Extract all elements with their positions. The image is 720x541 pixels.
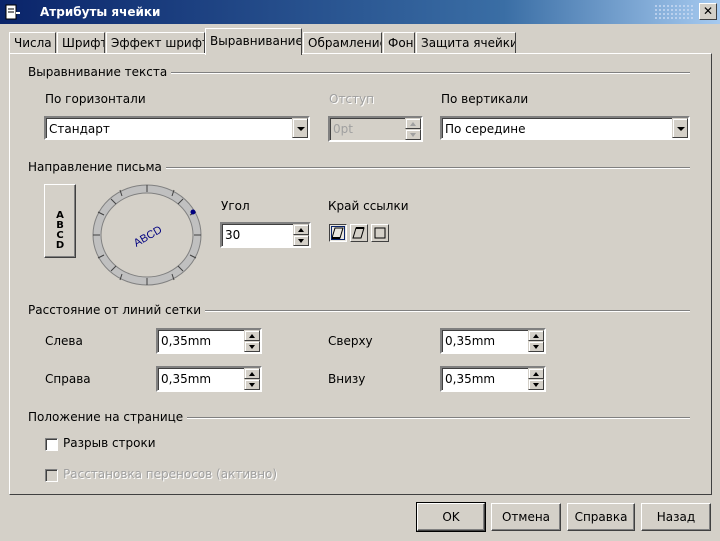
rotation-dial[interactable]: ABCD — [90, 182, 204, 288]
ref-edge-label: Край ссылки — [328, 199, 409, 213]
spin-buttons[interactable] — [244, 330, 260, 352]
window-title: Атрибуты ячейки — [40, 5, 161, 19]
top-label: Сверху — [328, 334, 373, 348]
section-page-position: Положение на странице — [28, 410, 188, 424]
horizontal-dropdown[interactable]: Стандарт — [44, 116, 310, 140]
ref-edge-bottom-icon — [331, 227, 344, 239]
cancel-button[interactable]: Отмена — [491, 503, 561, 531]
separator — [176, 417, 690, 419]
spin-buttons[interactable] — [293, 224, 309, 246]
hyphenation-label: Расстановка переносов (активно) — [63, 467, 278, 481]
spin-down-icon[interactable] — [293, 235, 309, 246]
spin-down-icon[interactable] — [528, 379, 544, 390]
top-spacing-stepper[interactable]: 0,35mm — [440, 328, 546, 354]
tab-font-effects[interactable]: Эффект шрифта — [106, 32, 205, 54]
left-spacing-stepper[interactable]: 0,35mm — [156, 328, 262, 354]
spin-down-icon[interactable] — [405, 129, 421, 140]
ref-edge-top-button[interactable] — [350, 224, 368, 242]
spin-buttons[interactable] — [528, 368, 544, 390]
tab-cell-protection[interactable]: Защита ячейки — [416, 32, 516, 54]
vertical-dropdown[interactable]: По середине — [440, 116, 690, 140]
titlebar-grip — [654, 4, 694, 20]
spin-buttons[interactable] — [528, 330, 544, 352]
spin-buttons[interactable] — [244, 368, 260, 390]
spin-up-icon[interactable] — [244, 368, 260, 379]
help-button[interactable]: Справка — [567, 503, 635, 531]
spin-up-icon[interactable] — [293, 224, 309, 235]
vertical-label: По вертикали — [441, 92, 529, 106]
spin-buttons[interactable] — [405, 118, 421, 140]
tab-font[interactable]: Шрифт — [57, 32, 105, 54]
close-button[interactable]: ✕ — [699, 3, 717, 20]
close-icon: ✕ — [702, 4, 714, 18]
indent-stepper[interactable]: 0pt — [328, 116, 423, 142]
spin-up-icon[interactable] — [528, 368, 544, 379]
vertical-stacked-button[interactable]: ABCD — [44, 184, 76, 258]
right-spacing-stepper[interactable]: 0,35mm — [156, 366, 262, 392]
chevron-down-icon[interactable] — [672, 118, 688, 138]
separator — [160, 72, 690, 74]
tab-borders[interactable]: Обрамление — [303, 32, 382, 54]
right-label: Справа — [45, 372, 91, 386]
wrap-text-label: Разрыв строки — [63, 436, 156, 450]
back-button[interactable]: Назад — [641, 503, 711, 531]
hyphenation-checkbox[interactable] — [45, 469, 58, 482]
spin-up-icon[interactable] — [405, 118, 421, 129]
title-bar: Атрибуты ячейки ✕ — [0, 0, 720, 24]
ref-edge-top-icon — [352, 227, 365, 239]
ok-button[interactable]: OK — [416, 502, 486, 532]
spin-down-icon[interactable] — [244, 341, 260, 352]
horizontal-label: По горизонтали — [45, 92, 146, 106]
bottom-label: Внизу — [328, 372, 366, 386]
tab-alignment[interactable]: Выравнивание — [205, 28, 302, 55]
tab-background[interactable]: Фон — [383, 32, 415, 54]
angle-label: Угол — [221, 199, 250, 213]
document-icon — [5, 4, 20, 20]
wrap-text-checkbox[interactable] — [45, 438, 58, 451]
spin-down-icon[interactable] — [244, 379, 260, 390]
ref-edge-bottom-button[interactable] — [329, 224, 347, 242]
left-label: Слева — [45, 334, 83, 348]
spin-down-icon[interactable] — [528, 341, 544, 352]
indent-label: Отступ — [329, 92, 374, 106]
spin-up-icon[interactable] — [528, 330, 544, 341]
section-text-direction: Направление письма — [28, 160, 166, 174]
section-grid-spacing: Расстояние от линий сетки — [28, 303, 206, 317]
ref-edge-inside-button[interactable] — [371, 224, 389, 242]
bottom-spacing-stepper[interactable]: 0,35mm — [440, 366, 546, 392]
separator — [192, 310, 690, 312]
ref-edge-inside-icon — [374, 227, 386, 239]
angle-marker — [190, 209, 196, 215]
chevron-down-icon[interactable] — [292, 118, 308, 138]
separator — [158, 167, 690, 169]
angle-stepper[interactable]: 30 — [220, 222, 311, 248]
tab-numbers[interactable]: Числа — [9, 32, 56, 54]
section-text-alignment: Выравнивание текста — [28, 65, 172, 79]
spin-up-icon[interactable] — [244, 330, 260, 341]
